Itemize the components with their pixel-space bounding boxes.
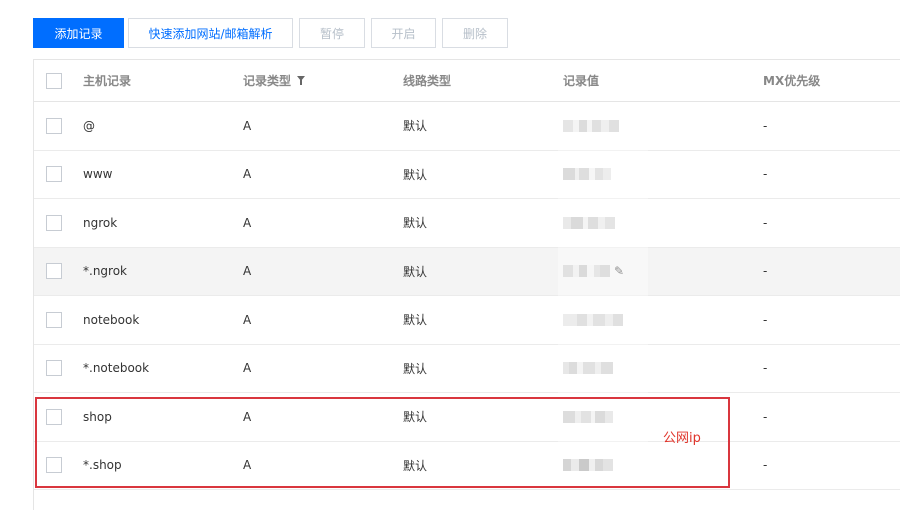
row-select-cell [46, 199, 62, 247]
pause-button[interactable]: 暂停 [299, 18, 365, 48]
mx-cell: - [763, 312, 768, 327]
toolbar: 添加记录 快速添加网站/邮箱解析 暂停 开启 删除 [33, 18, 514, 48]
line-cell: 默认 [403, 361, 428, 376]
pencil-icon[interactable]: ✎ [614, 264, 624, 278]
value-cell [563, 345, 613, 393]
table-row[interactable]: *.notebook A 默认 - [34, 345, 900, 393]
table-row[interactable]: *.ngrok A 默认 ✎ - [34, 247, 900, 296]
row-select-cell [46, 102, 62, 150]
redacted-value [563, 168, 611, 181]
host-cell: notebook [83, 312, 140, 327]
mx-cell: - [763, 458, 768, 473]
row-checkbox[interactable] [46, 117, 62, 134]
table-row[interactable]: notebook A 默认 - [34, 296, 900, 345]
header-value: 记录值 [563, 74, 600, 88]
quick-add-button[interactable]: 快速添加网站/邮箱解析 [128, 18, 293, 48]
row-select-cell [46, 345, 62, 393]
mx-cell: - [763, 167, 768, 182]
table-row[interactable]: www A 默认 - [34, 151, 900, 199]
table-row[interactable]: @ A 默认 - [34, 102, 900, 151]
line-cell: 默认 [403, 216, 428, 231]
row-checkbox[interactable] [46, 214, 62, 231]
header-line: 线路类型 [403, 74, 452, 88]
host-cell: *.notebook [83, 361, 150, 376]
mx-cell: - [763, 409, 768, 424]
enable-button[interactable]: 开启 [371, 18, 436, 48]
highlight-box [35, 397, 730, 488]
row-select-cell [46, 296, 62, 344]
host-cell: *.ngrok [83, 264, 127, 279]
host-cell: www [83, 167, 113, 182]
annotation-label: 公网ip [663, 431, 701, 446]
delete-button[interactable]: 删除 [442, 18, 508, 48]
row-select-cell [46, 248, 62, 296]
mx-cell: - [763, 361, 768, 376]
redacted-value [563, 362, 613, 375]
line-cell: 默认 [403, 313, 428, 328]
type-cell: A [243, 361, 252, 376]
header-type[interactable]: 记录类型 [243, 60, 306, 101]
value-cell [563, 151, 611, 199]
line-cell: 默认 [403, 264, 428, 279]
type-cell: A [243, 167, 252, 182]
select-all-checkbox[interactable] [46, 72, 62, 89]
value-cell [563, 296, 623, 344]
mx-cell: - [763, 264, 768, 279]
filter-icon[interactable] [297, 76, 306, 85]
header-host: 主机记录 [83, 74, 132, 88]
row-checkbox[interactable] [46, 166, 62, 183]
add-record-button[interactable]: 添加记录 [33, 18, 124, 48]
line-cell: 默认 [403, 167, 428, 182]
type-cell: A [243, 312, 252, 327]
select-all-cell [46, 60, 62, 101]
value-cell: ✎ [563, 248, 624, 296]
table-row[interactable]: ngrok A 默认 - [34, 199, 900, 248]
redacted-value [563, 119, 619, 132]
redacted-value [563, 265, 610, 278]
redacted-value [563, 216, 615, 229]
line-cell: 默认 [403, 119, 428, 134]
row-select-cell [46, 151, 62, 199]
type-cell: A [243, 215, 252, 230]
header-mx: MX优先级 [763, 74, 821, 88]
mx-cell: - [763, 118, 768, 133]
type-cell: A [243, 118, 252, 133]
table-header: 主机记录 记录类型 线路类型 记录值 MX优先级 [34, 60, 900, 102]
redacted-value [563, 313, 623, 326]
value-cell [563, 102, 619, 150]
host-cell: ngrok [83, 215, 118, 230]
row-checkbox[interactable] [46, 311, 62, 328]
host-cell: @ [83, 118, 95, 133]
header-type-label: 记录类型 [243, 74, 292, 88]
value-cell [563, 199, 615, 247]
type-cell: A [243, 264, 252, 279]
row-checkbox[interactable] [46, 263, 62, 280]
row-checkbox[interactable] [46, 360, 62, 377]
mx-cell: - [763, 215, 768, 230]
